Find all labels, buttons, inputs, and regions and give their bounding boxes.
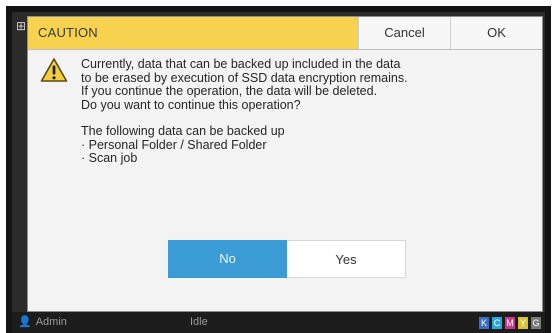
ink-g: G	[531, 316, 541, 329]
no-button[interactable]: No	[168, 240, 287, 278]
backup-item: · Scan job	[81, 151, 138, 165]
ink-m: M	[505, 316, 515, 329]
caution-dialog: CAUTION Cancel OK Currently, data that c…	[27, 16, 543, 312]
backup-heading: The following data can be backed up	[81, 124, 285, 138]
ok-button[interactable]: OK	[450, 17, 542, 49]
message-line: Currently, data that can be backed up in…	[81, 57, 401, 71]
backup-item: · Personal Folder / Shared Folder	[81, 137, 267, 152]
warning-icon	[40, 58, 68, 82]
cancel-button[interactable]: Cancel	[358, 17, 450, 49]
status-bar: 👤 Admin Idle K C M Y G	[12, 312, 545, 333]
user-name: Admin	[35, 316, 67, 328]
user-icon: 👤	[18, 316, 32, 328]
user-indicator[interactable]: 👤 Admin	[18, 312, 67, 333]
message-line: to be erased by execution of SSD data en…	[81, 70, 408, 85]
message-line: If you continue the operation, the data …	[81, 84, 378, 98]
dialog-message: Currently, data that can be backed up in…	[81, 57, 501, 166]
dialog-header: CAUTION Cancel OK	[28, 17, 542, 50]
ink-levels: K C M Y G	[479, 316, 541, 329]
ink-k: K	[479, 316, 489, 329]
dialog-title: CAUTION	[28, 17, 358, 49]
ink-c: C	[492, 316, 502, 329]
yes-button[interactable]: Yes	[287, 240, 406, 278]
background-menu-icon: ⊞	[15, 19, 27, 33]
ink-y: Y	[518, 316, 528, 329]
confirm-button-group: No Yes	[168, 240, 406, 278]
message-line: Do you want to continue this operation?	[81, 97, 301, 112]
machine-state: Idle	[190, 316, 208, 328]
